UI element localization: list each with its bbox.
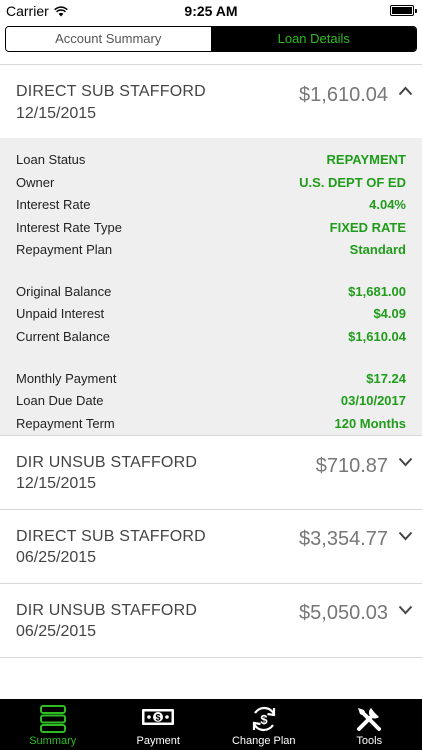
svg-text:$: $	[260, 712, 268, 727]
dollar-bill-icon: $	[142, 709, 175, 725]
loan-date: 12/15/2015	[16, 105, 97, 122]
detail-label: Owner	[16, 175, 55, 190]
status-time: 9:25 AM	[184, 3, 238, 19]
loan-amount: $3,354.77	[299, 528, 388, 550]
detail-label: Monthly Payment	[16, 371, 117, 386]
tab-label: Change Plan	[231, 735, 296, 747]
tab-bar: Summary $ Payment $ Change Plan Tools	[0, 699, 422, 750]
detail-value: $17.24	[366, 371, 406, 386]
detail-value: U.S. DEPT OF ED	[299, 175, 406, 190]
tab-payment[interactable]: $ Payment	[106, 699, 212, 750]
detail-value: $1,610.04	[348, 329, 406, 344]
detail-row-monthly-payment: Monthly Payment $17.24	[0, 371, 422, 391]
chevron-down-icon[interactable]	[398, 605, 413, 615]
loan-date: 12/15/2015	[16, 475, 97, 492]
detail-value: 120 Months	[334, 416, 406, 431]
detail-label: Current Balance	[16, 329, 110, 344]
tab-tools[interactable]: Tools	[317, 699, 422, 750]
divider	[0, 657, 422, 658]
loan-name: DIR UNSUB STAFFORD	[16, 454, 198, 471]
tools-icon	[357, 708, 382, 731]
loan-amount: $1,610.04	[299, 84, 388, 106]
detail-label: Loan Status	[16, 152, 86, 167]
loan-date: 06/25/2015	[16, 549, 97, 566]
detail-label: Repayment Term	[16, 416, 115, 431]
detail-label: Original Balance	[16, 284, 112, 299]
segment-account-summary[interactable]: Account Summary	[6, 27, 212, 51]
detail-row-interest-rate: Interest Rate 4.04%	[0, 197, 422, 217]
loan-row-expanded[interactable]: DIRECT SUB STAFFORD 12/15/2015 $1,610.04	[0, 65, 422, 138]
chevron-up-icon[interactable]	[398, 86, 413, 96]
detail-value: REPAYMENT	[326, 152, 406, 167]
detail-row-original-balance: Original Balance $1,681.00	[0, 284, 422, 304]
detail-row-interest-rate-type: Interest Rate Type FIXED RATE	[0, 220, 422, 240]
detail-row-unpaid-interest: Unpaid Interest $4.09	[0, 306, 422, 326]
detail-value: $1,681.00	[348, 284, 406, 299]
detail-row-repayment-plan: Repayment Plan Standard	[0, 242, 422, 262]
loan-amount: $5,050.03	[299, 602, 388, 624]
segment-loan-details[interactable]: Loan Details	[211, 27, 416, 51]
detail-value: 4.04%	[369, 197, 406, 212]
view-segmented-control: Account Summary Loan Details	[5, 26, 417, 52]
tab-label: Summary	[29, 735, 77, 747]
summary-stack-icon	[39, 705, 66, 733]
loan-name: DIR UNSUB STAFFORD	[16, 602, 198, 619]
detail-row-loan-status: Loan Status REPAYMENT	[0, 152, 422, 172]
loan-name: DIRECT SUB STAFFORD	[16, 528, 206, 545]
loan-amount: $710.87	[315, 455, 388, 477]
detail-value: Standard	[349, 242, 406, 257]
detail-value: FIXED RATE	[329, 220, 406, 235]
status-bar: Carrier 9:25 AM	[0, 0, 422, 22]
tab-change-plan[interactable]: $ Change Plan	[211, 699, 317, 750]
detail-row-current-balance: Current Balance $1,610.04	[0, 329, 422, 349]
detail-label: Unpaid Interest	[16, 306, 105, 321]
detail-label: Repayment Plan	[16, 242, 113, 257]
detail-label: Interest Rate Type	[16, 220, 122, 235]
svg-text:$: $	[156, 713, 161, 723]
detail-row-loan-due-date: Loan Due Date 03/10/2017	[0, 393, 422, 413]
detail-value: 03/10/2017	[340, 393, 406, 408]
detail-row-repayment-term: Repayment Term 120 Months	[0, 416, 422, 436]
detail-label: Interest Rate	[16, 197, 91, 212]
loan-row[interactable]: DIR UNSUB STAFFORD 12/15/2015 $710.87	[0, 436, 422, 509]
detail-value: $4.09	[373, 306, 406, 321]
chevron-down-icon[interactable]	[398, 457, 413, 467]
tab-summary[interactable]: Summary	[0, 699, 106, 750]
dollar-cycle-icon: $	[252, 706, 275, 732]
tab-label: Tools	[356, 735, 383, 747]
battery-icon	[390, 5, 417, 16]
detail-label: Loan Due Date	[16, 393, 104, 408]
detail-row-owner: Owner U.S. DEPT OF ED	[0, 175, 422, 195]
loan-date: 06/25/2015	[16, 623, 97, 640]
loan-name: DIRECT SUB STAFFORD	[16, 83, 206, 100]
loan-row[interactable]: DIRECT SUB STAFFORD 06/25/2015 $3,354.77	[0, 510, 422, 583]
tab-label: Payment	[136, 735, 180, 747]
loan-details-panel: Loan Status REPAYMENT Owner U.S. DEPT OF…	[0, 138, 422, 435]
chevron-down-icon[interactable]	[398, 531, 413, 541]
loan-row[interactable]: DIR UNSUB STAFFORD 06/25/2015 $5,050.03	[0, 584, 422, 657]
